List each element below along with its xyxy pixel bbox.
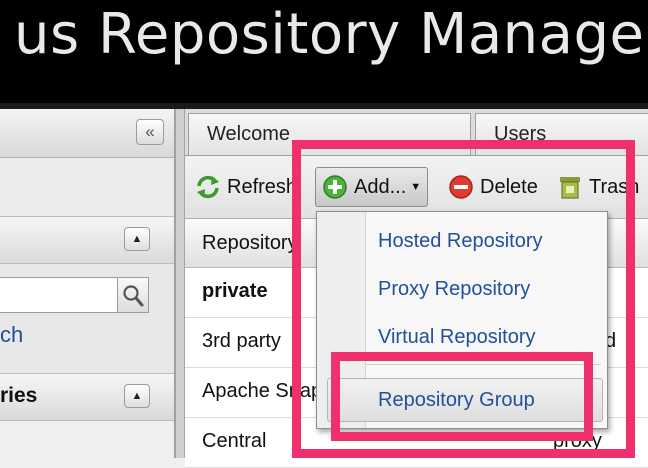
tab-bar: Welcome Users bbox=[185, 109, 648, 156]
magnifier-icon bbox=[123, 285, 144, 307]
row-type: proxy bbox=[553, 430, 602, 452]
refresh-icon bbox=[197, 175, 219, 199]
row-name: 3rd party bbox=[202, 330, 281, 352]
menu-separator bbox=[365, 364, 601, 365]
add-dropdown-menu: Hosted Repository Proxy Repository Virtu… bbox=[316, 211, 608, 429]
delete-icon bbox=[449, 175, 473, 199]
left-panel-header: « bbox=[0, 109, 174, 158]
menu-item-hosted-repository[interactable]: Hosted Repository bbox=[378, 230, 543, 253]
menu-item-repository-group[interactable]: Repository Group bbox=[378, 389, 535, 412]
menu-item-virtual-repository[interactable]: Virtual Repository bbox=[378, 326, 535, 349]
chevron-down-icon: ▼ bbox=[410, 181, 422, 193]
refresh-label: Refresh bbox=[227, 175, 298, 198]
collapse-up-icon[interactable]: ▲ bbox=[124, 384, 150, 408]
delete-button[interactable]: Delete bbox=[448, 167, 538, 207]
app-title: us Repository Manager O bbox=[14, 2, 648, 67]
row-name: private bbox=[202, 280, 268, 302]
search-input[interactable] bbox=[0, 277, 118, 313]
trash-icon bbox=[560, 177, 580, 199]
repositories-section-header[interactable]: ries ▲ bbox=[0, 373, 174, 421]
left-panel-content bbox=[0, 421, 174, 458]
left-panel: « ▲ ch ries ▲ bbox=[0, 109, 175, 458]
trash-label: Trash bbox=[589, 175, 640, 198]
collapse-up-icon[interactable]: ▲ bbox=[124, 227, 150, 251]
refresh-button[interactable]: Refresh bbox=[195, 167, 297, 207]
panel-splitter[interactable] bbox=[175, 109, 185, 458]
add-icon bbox=[323, 175, 347, 199]
menu-item-proxy-repository[interactable]: Proxy Repository bbox=[378, 278, 530, 301]
row-name: Central bbox=[202, 430, 267, 452]
search-section-header[interactable]: ▲ bbox=[0, 216, 174, 264]
section-title: ries bbox=[0, 384, 38, 407]
left-panel-toolbar bbox=[0, 158, 174, 217]
search-link[interactable]: ch bbox=[0, 322, 23, 348]
delete-label: Delete bbox=[480, 175, 538, 198]
column-header-repository[interactable]: Repository bbox=[202, 232, 298, 255]
search-button[interactable] bbox=[117, 277, 149, 313]
tab-welcome[interactable]: Welcome bbox=[188, 113, 471, 155]
trash-button[interactable]: Trash bbox=[557, 167, 639, 207]
toolbar: Refresh Add... ▼ Delete Trash bbox=[185, 156, 648, 219]
app-header: us Repository Manager O bbox=[0, 0, 648, 103]
add-button[interactable]: Add... ▼ bbox=[315, 167, 429, 207]
add-label: Add... bbox=[354, 175, 407, 198]
tab-users[interactable]: Users bbox=[475, 113, 648, 155]
collapse-panel-button[interactable]: « bbox=[136, 119, 164, 145]
